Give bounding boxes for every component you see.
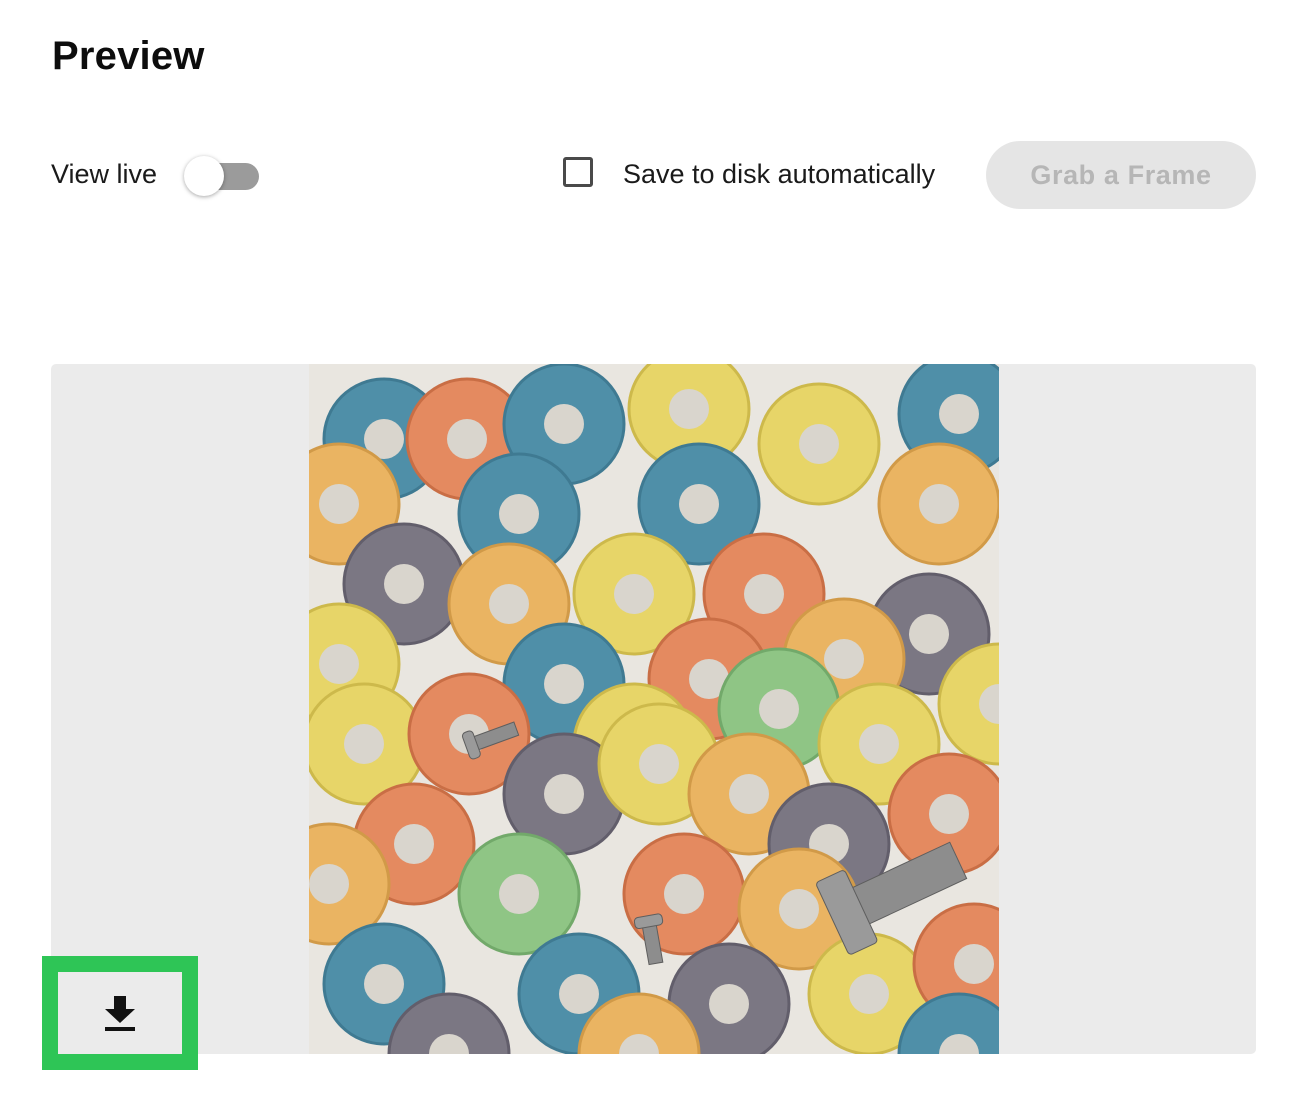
cereal-ring-hole: [779, 889, 819, 929]
cereal-ring-hole: [544, 664, 584, 704]
grab-frame-button[interactable]: Grab a Frame: [986, 141, 1256, 209]
cereal-ring-hole: [344, 724, 384, 764]
cereal-ring-hole: [744, 574, 784, 614]
cereal-ring-hole: [909, 614, 949, 654]
cereal-ring-hole: [544, 774, 584, 814]
cereal-ring-hole: [614, 574, 654, 614]
cereal-ring-hole: [679, 484, 719, 524]
cereal-ring-hole: [669, 389, 709, 429]
cereal-ring-hole: [309, 864, 349, 904]
cereal-ring-hole: [559, 974, 599, 1014]
cereal-ring-hole: [729, 774, 769, 814]
cereal-ring-hole: [394, 824, 434, 864]
cereal-ring-hole: [849, 974, 889, 1014]
preview-image: [309, 364, 999, 1054]
download-button[interactable]: [58, 972, 182, 1054]
cereal-ring-hole: [919, 484, 959, 524]
cereal-ring-hole: [759, 689, 799, 729]
cereal-ring-hole: [929, 794, 969, 834]
cereal-ring-hole: [859, 724, 899, 764]
cereal-ring-hole: [319, 484, 359, 524]
cereal-ring-hole: [447, 419, 487, 459]
toggle-knob: [184, 156, 224, 196]
cereal-ring-hole: [939, 394, 979, 434]
cereal-ring-hole: [499, 494, 539, 534]
cereal-ring-hole: [364, 964, 404, 1004]
download-highlight: [42, 956, 198, 1070]
cereal-ring-hole: [824, 639, 864, 679]
cereal-ring-hole: [799, 424, 839, 464]
cereal-ring-hole: [664, 874, 704, 914]
cereal-ring-hole: [544, 404, 584, 444]
cereal-ring-hole: [489, 584, 529, 624]
page-title: Preview: [52, 34, 205, 78]
download-icon: [105, 996, 135, 1031]
cereal-ring-hole: [499, 874, 539, 914]
view-live-toggle[interactable]: [184, 155, 260, 196]
cereal-ring-hole: [709, 984, 749, 1024]
view-live-label: View live: [51, 159, 158, 189]
preview-area: [51, 364, 1256, 1054]
cereal-ring-hole: [954, 944, 994, 984]
save-to-disk-checkbox[interactable]: [563, 157, 593, 187]
cereal-ring-hole: [319, 644, 359, 684]
cereal-ring-hole: [639, 744, 679, 784]
cereal-ring-hole: [384, 564, 424, 604]
save-to-disk-label[interactable]: Save to disk automatically: [623, 161, 935, 188]
